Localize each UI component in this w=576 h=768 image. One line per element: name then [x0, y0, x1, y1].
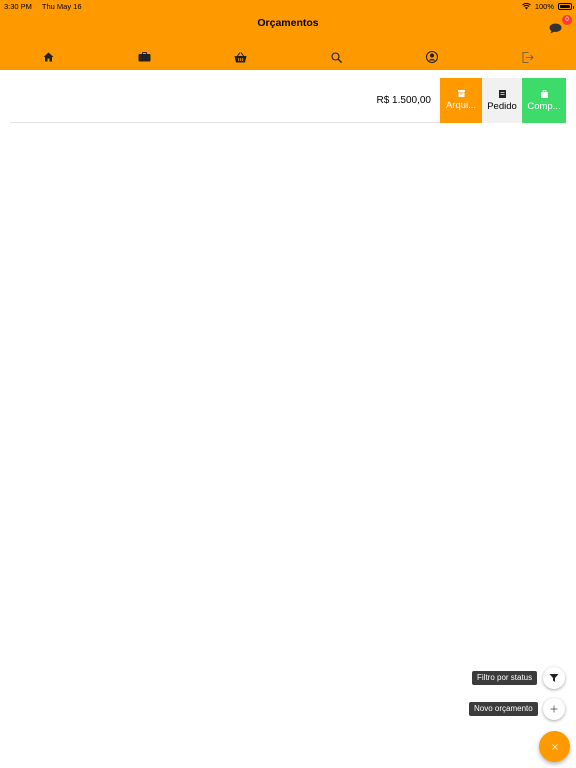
filter-tooltip: Filtro por status [472, 671, 538, 685]
complete-button[interactable]: Comp... [522, 78, 566, 123]
tab-home[interactable] [0, 48, 96, 66]
status-bar: 3:30 PM Thu May 16 100% [0, 0, 576, 12]
new-quote-button[interactable] [543, 698, 565, 720]
tab-logout[interactable] [480, 48, 576, 66]
tab-briefcase[interactable] [96, 48, 192, 66]
briefcase-icon [138, 52, 150, 62]
status-date: Thu May 16 [41, 2, 82, 11]
app-header: 3:30 PM Thu May 16 100% Orçamentos 0 [0, 0, 576, 70]
status-left: 3:30 PM Thu May 16 [4, 2, 90, 11]
archive-label: Arqui... [445, 100, 477, 111]
user-circle-icon [426, 51, 438, 63]
basket-icon [234, 51, 246, 62]
complete-label: Comp... [527, 100, 561, 112]
filter-icon [549, 674, 559, 682]
archive-icon [457, 90, 465, 97]
order-button[interactable]: Pedido [482, 78, 522, 123]
tab-profile[interactable] [384, 48, 480, 66]
page-title: Orçamentos [257, 17, 319, 29]
main-fab-button[interactable] [539, 731, 570, 762]
new-quote-tooltip: Novo orçamento [469, 702, 538, 716]
quote-row[interactable]: R$ 1.500,00 Arqui... Pedido Comp... [10, 78, 566, 123]
plus-icon [550, 705, 558, 713]
battery-percent: 100% [534, 2, 554, 11]
search-icon [330, 51, 342, 63]
filter-button[interactable] [543, 667, 565, 689]
tab-bar [0, 48, 576, 66]
order-icon [498, 89, 506, 98]
tab-basket[interactable] [192, 48, 288, 66]
chat-bubble-icon [549, 23, 562, 34]
home-icon [43, 52, 53, 62]
screen: 3:30 PM Thu May 16 100% Orçamentos 0 R$ … [0, 0, 576, 768]
archive-button[interactable]: Arqui... [440, 78, 482, 123]
status-time: 3:30 PM [4, 2, 32, 11]
quote-amount: R$ 1.500,00 [376, 95, 432, 106]
notification-badge: 0 [562, 15, 572, 25]
close-icon [551, 743, 558, 750]
logout-icon [522, 51, 534, 63]
bag-icon [540, 89, 548, 98]
wifi-icon [521, 3, 531, 10]
status-right: 100% [521, 2, 574, 11]
tab-search[interactable] [288, 48, 384, 66]
battery-icon [558, 3, 574, 10]
order-label: Pedido [487, 100, 517, 112]
